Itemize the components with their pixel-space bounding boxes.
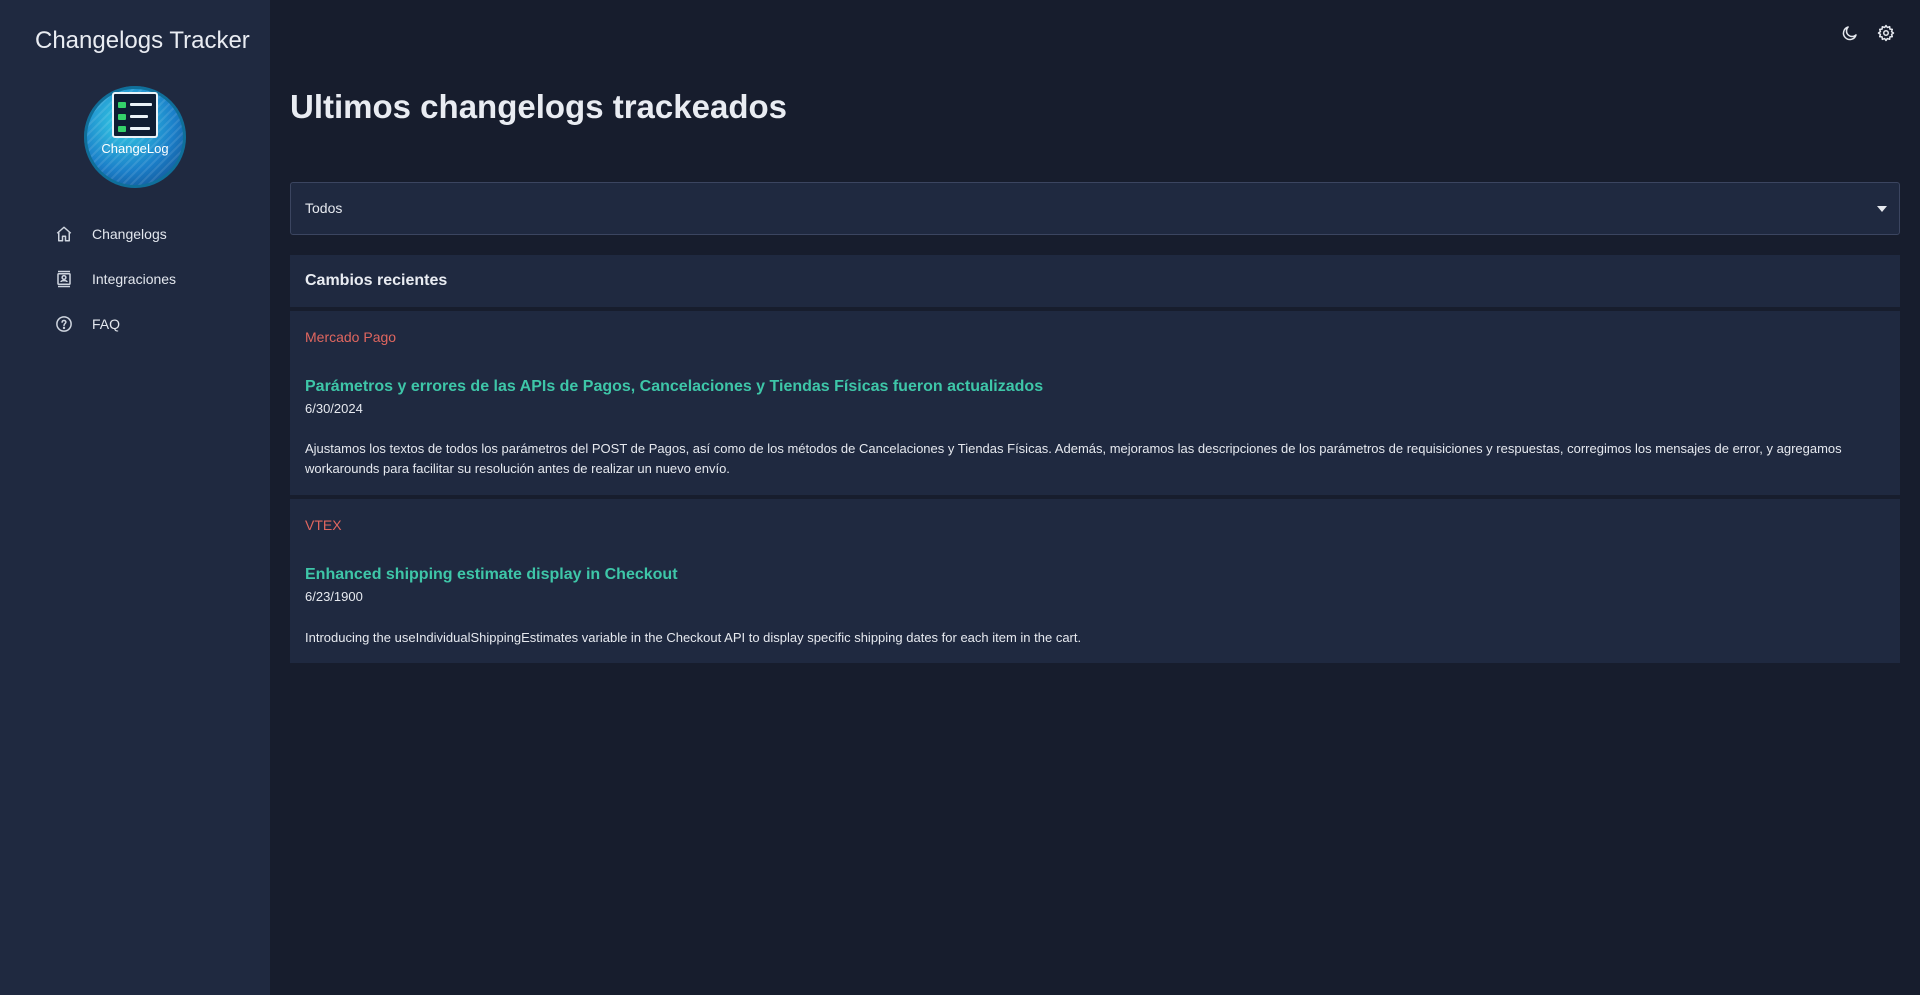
sidebar-item-label: Changelogs: [92, 226, 167, 242]
document-icon: [112, 92, 158, 138]
changelog-description: Introducing the useIndividualShippingEst…: [305, 630, 1082, 645]
changelog-card: Mercado Pago Parámetros y errores de las…: [290, 311, 1900, 495]
sidebar-item-integraciones[interactable]: Integraciones: [54, 267, 176, 291]
sidebar-item-label: Integraciones: [92, 271, 177, 287]
chevron-down-icon: [1877, 206, 1887, 212]
select-value: Todos: [305, 200, 343, 216]
help-circle-icon: [54, 314, 74, 334]
changelog-source: Mercado Pago: [305, 329, 397, 345]
section-title: Cambios recientes: [305, 272, 448, 289]
logo-text: ChangeLog: [101, 141, 169, 156]
changelog-source: VTEX: [305, 517, 342, 533]
contacts-icon: [54, 269, 74, 289]
changelog-title-link[interactable]: Parámetros y errores de las APIs de Pago…: [305, 378, 1043, 396]
changelog-title-link[interactable]: Enhanced shipping estimate display in Ch…: [305, 566, 678, 584]
changelog-date: 6/23/1900: [305, 589, 363, 604]
section-header: Cambios recientes: [290, 255, 1900, 307]
changelog-card: VTEX Enhanced shipping estimate display …: [290, 499, 1900, 663]
sidebar-item-faq[interactable]: FAQ: [54, 312, 120, 336]
app-title: Changelogs Tracker: [35, 27, 250, 54]
changelog-logo: ChangeLog: [84, 86, 186, 188]
home-icon: [54, 224, 74, 244]
sidebar-item-changelogs[interactable]: Changelogs: [54, 222, 167, 246]
page-title: Ultimos changelogs trackeados: [290, 88, 787, 125]
changelog-description: Ajustamos los textos de todos los paráme…: [305, 441, 1842, 476]
integration-filter-select[interactable]: Todos: [290, 182, 1900, 235]
gear-icon[interactable]: [1876, 23, 1896, 43]
changelog-date: 6/30/2024: [305, 401, 363, 416]
sidebar: Changelogs Tracker ChangeLog Changelogs …: [0, 0, 270, 995]
sidebar-item-label: FAQ: [92, 316, 121, 332]
moon-icon[interactable]: [1840, 23, 1860, 43]
